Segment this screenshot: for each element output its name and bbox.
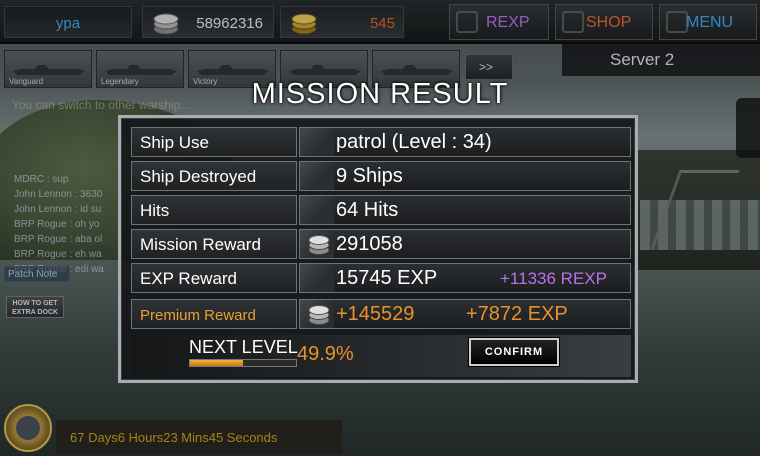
row-value-box: 291058 [299, 229, 631, 259]
row-exp-reward: EXP Reward 15745 EXP +11336 REXP [131, 263, 631, 293]
row-value: 15745 EXP [336, 267, 438, 289]
row-label-box: Mission Reward [131, 229, 297, 259]
confirm-button[interactable]: CONFIRM [469, 338, 559, 366]
row-mission-reward: Mission Reward 291058 [131, 229, 631, 259]
next-level-percent: 49.9% [297, 343, 354, 365]
row-value: patrol (Level : 34) [336, 131, 492, 153]
premium-exp-value: +7872 EXP [466, 303, 568, 325]
row-label-box: Ship Destroyed [131, 161, 297, 191]
mission-result-title: MISSION RESULT [251, 78, 509, 110]
row-label: Mission Reward [140, 235, 261, 254]
row-label: Ship Destroyed [140, 167, 257, 186]
next-level-progress-fill [190, 360, 243, 366]
row-label: Ship Use [140, 133, 209, 152]
row-label-box: Premium Reward [131, 299, 297, 329]
next-level-label: NEXT LEVEL [189, 337, 298, 357]
row-value-box: +145529 +7872 EXP [299, 299, 631, 329]
row-label: EXP Reward [140, 269, 238, 288]
row-value-box: 9 Ships [299, 161, 631, 191]
row-hits: Hits 64 Hits [131, 195, 631, 225]
silver-coins-icon [308, 305, 330, 325]
row-value: 9 Ships [336, 165, 403, 187]
row-value: 64 Hits [336, 199, 399, 221]
mission-result-panel: Ship Use patrol (Level : 34) Ship Destro… [118, 115, 638, 383]
row-value-box: 64 Hits [299, 195, 631, 225]
row-value-box: 15745 EXP +11336 REXP [299, 263, 631, 293]
row-value-box: patrol (Level : 34) [299, 127, 631, 157]
premium-coin-value: +145529 [336, 303, 415, 325]
row-label-box: EXP Reward [131, 263, 297, 293]
next-level-area: NEXT LEVEL 49.9% CONFIRM [131, 335, 631, 377]
row-ship-use: Ship Use patrol (Level : 34) [131, 127, 631, 157]
row-label-box: Hits [131, 195, 297, 225]
row-value: 291058 [336, 233, 403, 255]
row-label-box: Ship Use [131, 127, 297, 157]
row-label: Premium Reward [140, 307, 256, 324]
row-ship-destroyed: Ship Destroyed 9 Ships [131, 161, 631, 191]
next-level-progress-bar [189, 359, 297, 367]
confirm-button-label: CONFIRM [484, 346, 544, 358]
silver-coins-icon [308, 235, 330, 255]
rexp-bonus: +11336 REXP [500, 269, 607, 288]
row-premium-reward: Premium Reward +145529 +7872 EXP [131, 299, 631, 329]
row-label: Hits [140, 201, 170, 220]
